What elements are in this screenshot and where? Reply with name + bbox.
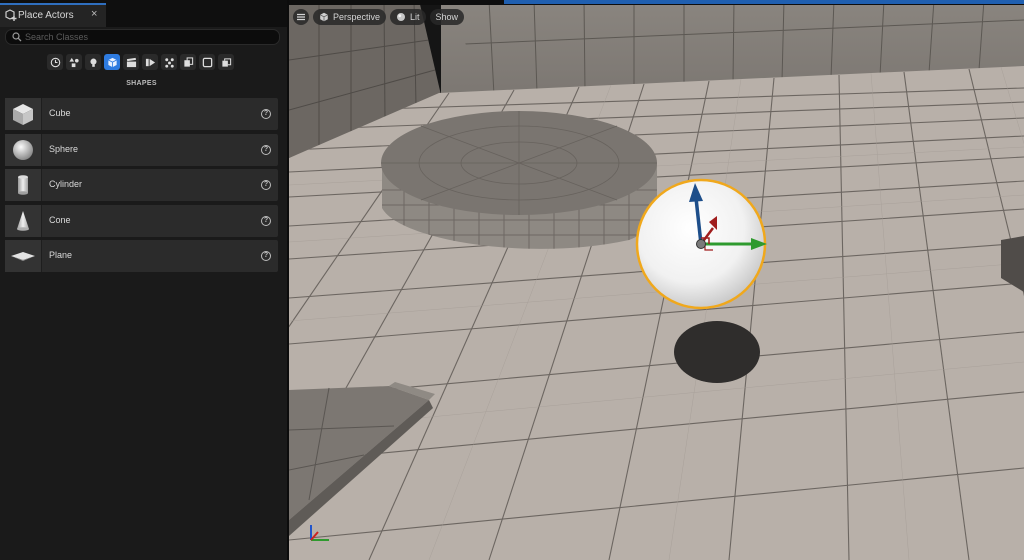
close-icon[interactable]: × [91,8,97,20]
category-more[interactable] [218,54,234,70]
sphere-lit-icon [397,13,406,21]
item-label: Cylinder [49,179,83,189]
lit-button[interactable]: Lit [390,9,426,25]
help-icon[interactable]: ? [261,215,271,226]
place-actors-icon [5,9,17,21]
item-label: Cube [49,108,71,118]
place-actors-panel: Place Actors × Search Classes SHAPES Cub… [0,0,289,560]
lit-label: Lit [410,12,420,22]
effects-icon [164,57,174,68]
level-viewport[interactable]: Perspective Lit Show [289,0,1024,560]
shapes-list: Cube ? Sphere ? Cylinder ? Cone ? Plane … [5,98,278,276]
item-label: Cone [49,214,71,225]
perspective-button[interactable]: Perspective [313,9,387,25]
frame-icon [202,57,212,67]
all-classes-icon [221,57,231,67]
help-icon[interactable]: ? [261,251,271,261]
show-button[interactable]: Show [429,9,465,25]
category-volumes[interactable] [180,54,196,70]
item-label: Plane [49,250,73,260]
viewport-toolbar: Perspective Lit Show [293,9,465,25]
search-icon [12,32,22,42]
category-basic[interactable] [66,54,82,70]
category-effects[interactable] [161,54,177,70]
tab-title: Place Actors [18,10,74,21]
perspective-label: Perspective [333,12,381,22]
list-item-sphere[interactable]: Sphere ? [5,133,278,166]
list-item-cube[interactable]: Cube ? [5,98,278,130]
category-recent[interactable] [47,54,63,70]
cube-icon [107,57,117,67]
cylinder-thumbnail [5,169,42,201]
section-heading: SHAPES [126,80,157,87]
viewport-scene[interactable] [289,0,1024,560]
play-media-icon [145,58,155,66]
volume-icon [183,56,193,67]
list-item-plane[interactable]: Plane ? [5,240,278,272]
viewport-title-strip [289,0,1024,5]
sphere-shadow [674,321,760,383]
clapperboard-icon [126,57,136,67]
category-lights[interactable] [85,54,101,70]
place-actors-tab[interactable]: Place Actors × [0,3,106,27]
clock-icon [50,57,60,67]
cone-thumbnail [5,204,42,237]
lightbulb-icon [89,58,97,67]
panel-tab-bar: Place Actors × [0,0,287,27]
item-label: Sphere [49,143,79,154]
search-box[interactable] [5,29,280,45]
list-item-cone[interactable]: Cone ? [5,204,278,237]
cube-icon [320,12,328,22]
category-shapes[interactable] [104,54,120,70]
help-icon[interactable]: ? [261,109,271,119]
plane-thumbnail [5,240,42,272]
category-cinematic[interactable] [123,54,139,70]
search-input[interactable] [25,30,265,44]
category-toolbar [47,54,234,70]
viewport-menu-button[interactable] [293,9,309,25]
hamburger-icon [297,13,305,21]
category-all-classes[interactable] [199,54,215,70]
list-item-cylinder[interactable]: Cylinder ? [5,169,278,201]
shapes-mix-icon [68,57,79,67]
help-icon[interactable]: ? [261,144,271,155]
help-icon[interactable]: ? [261,180,271,190]
show-label: Show [435,12,459,22]
category-visual-effects[interactable] [142,54,158,70]
sphere-thumbnail [5,133,42,166]
cube-thumbnail [5,98,42,130]
